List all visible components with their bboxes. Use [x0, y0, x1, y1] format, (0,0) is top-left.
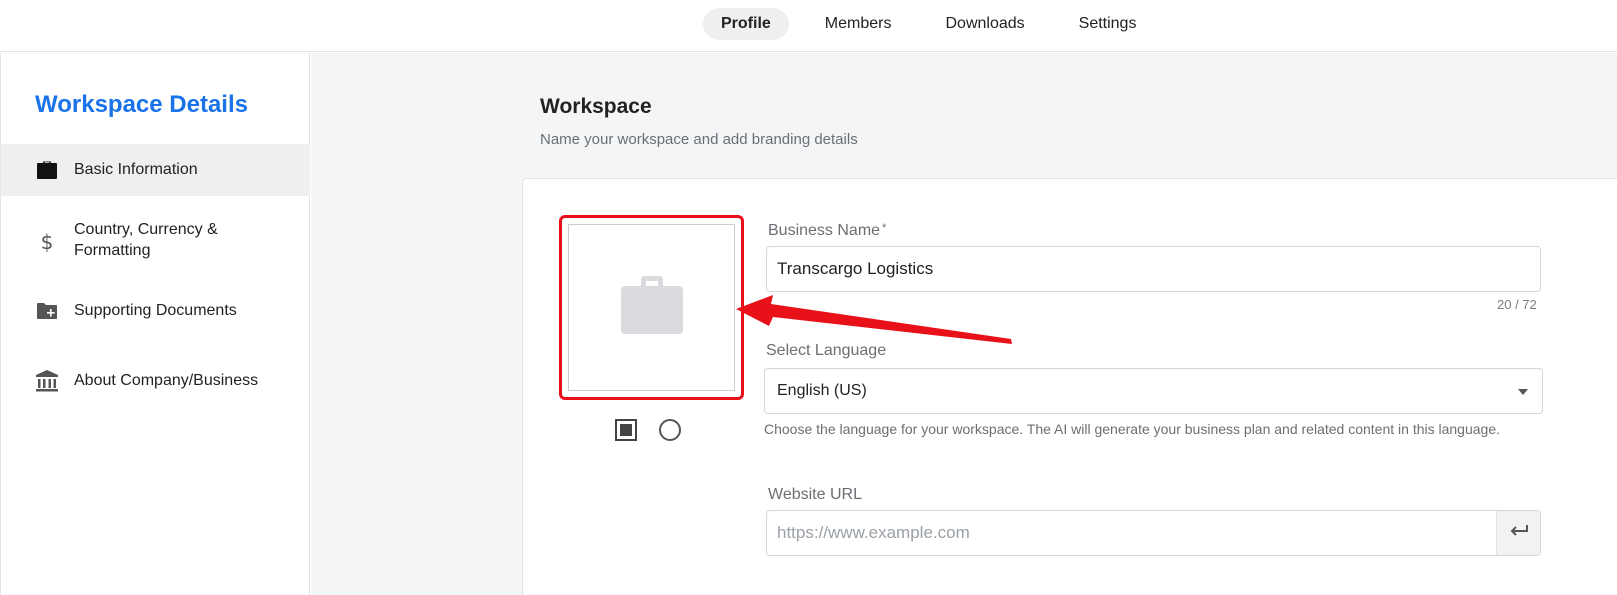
sidebar-item-about-company[interactable]: About Company/Business [1, 363, 310, 399]
website-url-field [766, 510, 1541, 556]
sidebar-item-label: About Company/Business [74, 372, 259, 389]
website-url-label: Website URL [768, 486, 862, 503]
chevron-down-icon [1518, 389, 1528, 395]
square-shape-toggle[interactable] [615, 419, 637, 441]
folder-plus-icon [35, 299, 59, 323]
sidebar-item-basic-information[interactable]: Basic Information [1, 144, 310, 196]
circle-shape-toggle[interactable] [659, 419, 681, 441]
sidebar: Workspace Details Basic Information $ Co… [0, 53, 310, 595]
logo-upload-highlight [559, 215, 744, 400]
sidebar-item-country-currency[interactable]: $ Country, Currency & Formatting [1, 216, 310, 270]
bank-icon [35, 369, 59, 393]
main-content: Workspace Name your workspace and add br… [311, 53, 1617, 595]
website-url-input[interactable] [767, 511, 1497, 555]
tab-downloads[interactable]: Downloads [927, 8, 1042, 40]
enter-button[interactable] [1496, 511, 1540, 555]
business-name-input[interactable] [766, 246, 1541, 292]
page-subtitle: Name your workspace and add branding det… [540, 131, 858, 148]
top-nav: Profile Members Downloads Settings [0, 0, 1617, 52]
business-name-label: Business Name * [768, 222, 887, 239]
sidebar-title: Workspace Details [35, 91, 248, 118]
tab-members[interactable]: Members [807, 8, 910, 40]
briefcase-icon [619, 274, 685, 341]
selected-language: English (US) [777, 382, 867, 399]
required-mark: * [882, 222, 887, 234]
sidebar-item-supporting-documents[interactable]: Supporting Documents [1, 293, 310, 329]
page-title: Workspace [540, 95, 652, 118]
selected-dot [620, 424, 632, 436]
workspace-card: Business Name* 20 / 72 Select Language E… [522, 178, 1617, 595]
sidebar-item-label: Country, Currency & Formatting [74, 221, 218, 259]
sidebar-item-label: Supporting Documents [74, 302, 237, 319]
tab-profile[interactable]: Profile [703, 8, 789, 40]
tab-settings[interactable]: Settings [1061, 8, 1155, 40]
svg-text:$: $ [41, 230, 54, 254]
language-select[interactable]: English (US) [764, 368, 1543, 414]
language-helper-text: Choose the language for your workspace. … [764, 421, 1500, 437]
briefcase-icon [35, 158, 59, 182]
logo-shape-toggles [615, 419, 681, 441]
character-counter: 20 / 72 [1497, 297, 1537, 312]
dollar-icon: $ [35, 230, 59, 254]
language-label: Select Language [766, 342, 887, 359]
sidebar-item-label: Basic Information [74, 161, 198, 178]
enter-icon [1508, 523, 1530, 544]
top-nav-tabs: Profile Members Downloads Settings [703, 8, 1172, 40]
logo-upload[interactable] [568, 224, 735, 391]
